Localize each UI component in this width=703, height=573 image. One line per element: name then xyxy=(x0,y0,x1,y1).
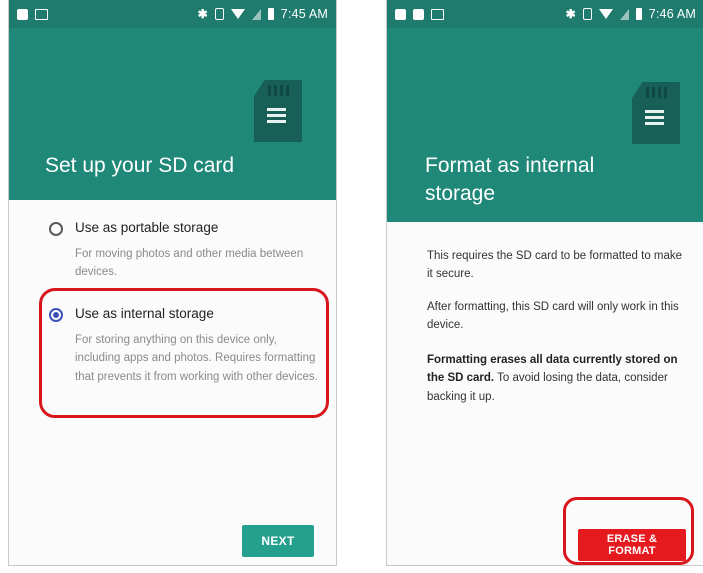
sim-icon xyxy=(413,8,424,20)
bluetooth-icon: ✱ xyxy=(197,7,208,21)
format-internal-storage-screen: ✱ 7:46 AM Format as internal storage Thi… xyxy=(386,0,703,566)
battery-icon xyxy=(267,8,274,20)
sd-card-icon xyxy=(632,82,680,144)
bluetooth-icon: ✱ xyxy=(565,7,576,21)
sim-icon xyxy=(17,8,28,20)
signal-icon xyxy=(619,8,629,20)
page-title: Format as internal storage xyxy=(425,154,595,206)
wifi-icon xyxy=(230,9,245,19)
erase-warning-paragraph: Formatting erases all data currently sto… xyxy=(427,351,689,406)
vibrate-icon xyxy=(582,8,592,20)
battery-icon xyxy=(635,8,642,20)
setup-sd-card-screen: ✱ 7:45 AM Set up your SD card Use as por… xyxy=(8,0,337,566)
next-button[interactable]: NEXT xyxy=(242,525,314,557)
image-icon xyxy=(431,8,444,20)
signal-icon xyxy=(251,8,261,20)
status-time: 7:45 AM xyxy=(280,7,328,21)
status-bar: ✱ 7:46 AM xyxy=(387,0,703,28)
photo-icon xyxy=(395,8,406,20)
setup-header: Set up your SD card xyxy=(9,28,336,200)
page-title: Set up your SD card xyxy=(45,154,235,177)
device-only-paragraph: After formatting, this SD card will only… xyxy=(427,301,679,332)
option-portable-label: Use as portable storage xyxy=(75,220,219,235)
format-header: Format as internal storage xyxy=(387,28,703,222)
highlight-box-erase-button xyxy=(563,497,694,565)
status-time: 7:46 AM xyxy=(648,7,696,21)
vibrate-icon xyxy=(214,8,224,20)
radio-portable-storage[interactable] xyxy=(49,222,63,236)
sd-card-icon xyxy=(254,80,302,142)
option-portable-description: For moving photos and other media betwee… xyxy=(75,248,304,279)
format-info-paragraph: This requires the SD card to be formatte… xyxy=(427,250,683,281)
highlight-box-internal-storage xyxy=(39,288,329,418)
image-icon xyxy=(35,8,48,20)
status-bar: ✱ 7:45 AM xyxy=(9,0,336,28)
wifi-icon xyxy=(598,9,613,19)
